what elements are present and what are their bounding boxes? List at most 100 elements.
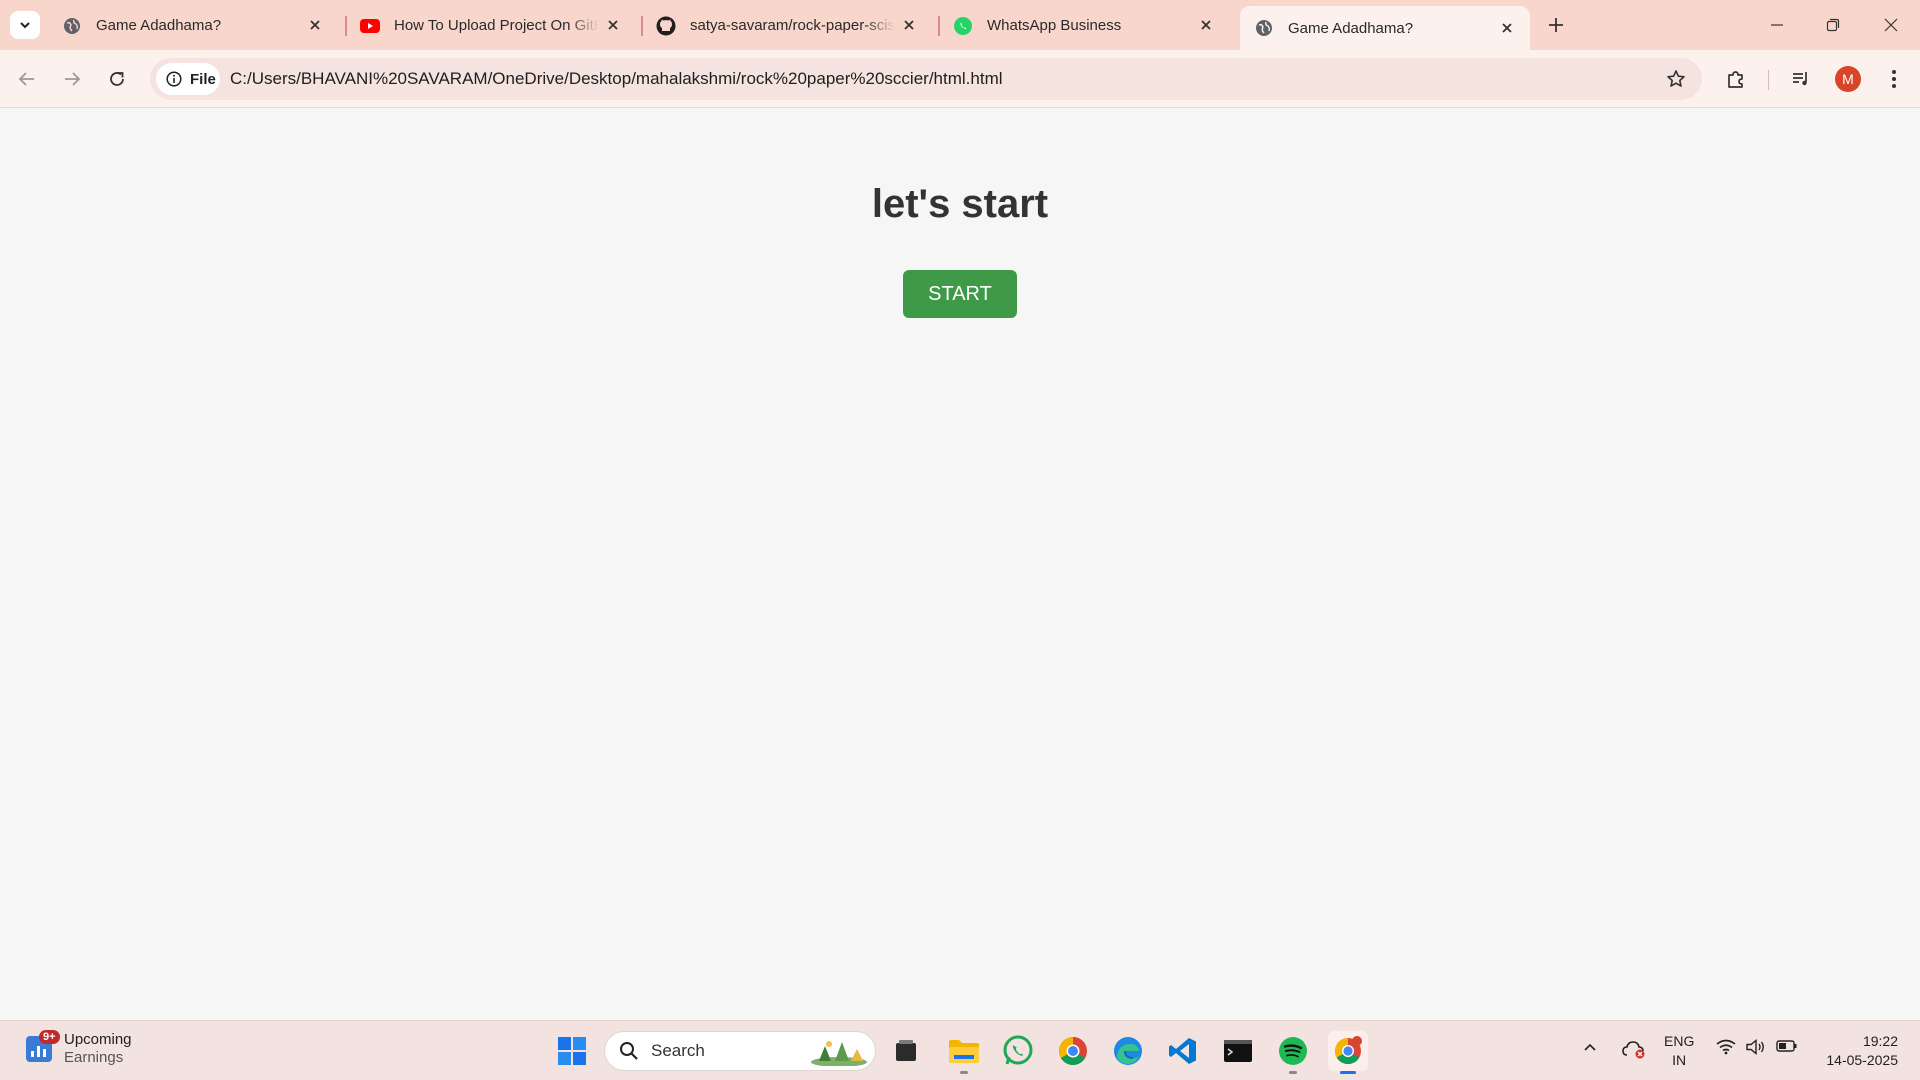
plus-icon <box>1549 18 1563 32</box>
start-button[interactable]: START <box>903 270 1017 318</box>
vscode-taskbar-button[interactable] <box>1163 1031 1203 1071</box>
media-queue-icon <box>1793 72 1807 86</box>
language-region: IN <box>1672 1052 1687 1068</box>
site-chip-label: File <box>190 70 216 88</box>
search-icon <box>619 1041 639 1061</box>
wifi-icon <box>1716 1039 1736 1055</box>
tab-title: Game Adadhama? <box>96 17 222 34</box>
widget-title: Upcoming <box>64 1031 132 1048</box>
widgets-button[interactable]: 9+ Upcoming Earnings <box>26 1029 132 1066</box>
windows-logo-icon <box>558 1037 586 1065</box>
site-info-chip[interactable]: File <box>156 63 220 95</box>
url-text[interactable]: C:/Users/BHAVANI%20SAVARAM/OneDrive/Desk… <box>230 69 1003 89</box>
onedrive-status-button[interactable] <box>1622 1039 1646 1059</box>
info-icon <box>166 71 182 87</box>
volume-button[interactable] <box>1746 1039 1766 1055</box>
browser-menu-button[interactable] <box>1878 63 1910 95</box>
more-vertical-icon <box>1892 70 1896 88</box>
notification-badge: 9+ <box>39 1029 60 1044</box>
close-tab-icon[interactable] <box>900 16 918 34</box>
close-tab-icon[interactable] <box>604 16 622 34</box>
chevron-up-icon <box>1584 1043 1596 1051</box>
close-window-button[interactable] <box>1874 8 1908 42</box>
stock-chart-icon: 9+ <box>26 1029 60 1062</box>
chrome-profile-icon <box>1334 1036 1362 1065</box>
tab-how-to-upload[interactable]: How To Upload Project On GitHub <box>346 7 636 44</box>
back-button[interactable] <box>11 63 43 95</box>
tab-game-adadhama-active[interactable]: Game Adadhama? <box>1240 6 1530 50</box>
close-icon <box>1884 18 1898 32</box>
search-placeholder: Search <box>651 1041 705 1060</box>
whatsapp-icon <box>953 16 973 36</box>
wifi-button[interactable] <box>1716 1039 1736 1055</box>
page-content: let's start START <box>0 109 1920 1020</box>
language-code: ENG <box>1664 1033 1695 1049</box>
page-title: let's start <box>871 182 1049 226</box>
battery-button[interactable] <box>1776 1039 1798 1053</box>
folder-icon <box>949 1040 979 1063</box>
profile-avatar[interactable]: M <box>1835 66 1861 92</box>
minimize-icon <box>1771 24 1783 26</box>
whatsapp-taskbar-button[interactable] <box>998 1031 1038 1071</box>
star-icon <box>1667 70 1685 87</box>
spotify-taskbar-button[interactable] <box>1273 1031 1313 1074</box>
speaker-icon <box>1746 1039 1764 1055</box>
edge-taskbar-button[interactable] <box>1108 1031 1148 1071</box>
tab-github-repo[interactable]: satya-savaram/rock-paper-scissors <box>642 7 932 44</box>
tab-whatsapp-business[interactable]: WhatsApp Business <box>939 7 1229 44</box>
start-button-windows[interactable] <box>552 1031 592 1071</box>
restore-icon <box>1826 18 1840 32</box>
media-controls-button[interactable] <box>1785 63 1817 95</box>
puzzle-icon <box>1728 71 1743 88</box>
running-indicator <box>1289 1071 1297 1074</box>
tab-search-button[interactable] <box>10 11 40 39</box>
taskbar-search[interactable]: Search <box>604 1031 876 1071</box>
toolbar-divider <box>1768 70 1769 90</box>
task-view-icon <box>896 1040 916 1061</box>
tab-title: Game Adadhama? <box>1288 19 1414 37</box>
extensions-button[interactable] <box>1720 63 1752 95</box>
close-tab-icon[interactable] <box>306 16 324 34</box>
chrome-profile-taskbar-button[interactable] <box>1328 1031 1368 1074</box>
reload-button[interactable] <box>101 63 133 95</box>
chrome-taskbar-button[interactable] <box>1053 1031 1093 1071</box>
file-explorer-button[interactable] <box>944 1031 984 1074</box>
new-tab-button[interactable] <box>1542 11 1570 39</box>
clock-date: 14-05-2025 <box>1826 1052 1898 1068</box>
active-indicator <box>1340 1071 1356 1074</box>
browser-toolbar: File C:/Users/BHAVANI%20SAVARAM/OneDrive… <box>0 50 1920 108</box>
globe-icon <box>1254 18 1274 38</box>
close-tab-icon[interactable] <box>1197 16 1215 34</box>
address-bar[interactable]: File C:/Users/BHAVANI%20SAVARAM/OneDrive… <box>150 58 1702 100</box>
battery-icon <box>1776 1040 1797 1052</box>
terminal-icon <box>1224 1040 1252 1062</box>
tab-game-adadhama-1[interactable]: Game Adadhama? <box>48 7 338 44</box>
running-indicator <box>960 1071 968 1074</box>
spotify-icon <box>1279 1037 1307 1065</box>
tab-title: How To Upload Project On GitHub <box>394 17 599 34</box>
chrome-icon <box>1059 1037 1087 1065</box>
close-tab-icon[interactable] <box>1498 19 1516 37</box>
widget-subtitle: Earnings <box>64 1049 124 1066</box>
windows-taskbar: 9+ Upcoming Earnings Search ENG IN 19:22… <box>0 1020 1920 1080</box>
globe-icon <box>62 16 82 36</box>
input-language-button[interactable]: ENG IN <box>1664 1032 1694 1070</box>
forward-button[interactable] <box>56 63 88 95</box>
terminal-taskbar-button[interactable] <box>1218 1031 1258 1071</box>
tab-title: satya-savaram/rock-paper-scissors <box>690 17 895 34</box>
tab-strip: Game Adadhama? How To Upload Project On … <box>0 0 1920 50</box>
arrow-left-icon <box>18 72 34 86</box>
bookmark-star-button[interactable] <box>1664 67 1688 91</box>
clock-button[interactable]: 19:22 14-05-2025 <box>1816 1032 1898 1070</box>
chevron-down-icon <box>20 22 30 29</box>
tab-title: WhatsApp Business <box>987 17 1122 34</box>
edge-icon <box>1114 1037 1142 1065</box>
cloud-error-icon <box>1622 1041 1645 1059</box>
minimize-button[interactable] <box>1760 8 1794 42</box>
search-highlight-art-icon <box>811 1041 867 1066</box>
clock-time: 19:22 <box>1862 1033 1898 1049</box>
restore-button[interactable] <box>1816 8 1850 42</box>
show-hidden-icons-button[interactable] <box>1582 1039 1598 1055</box>
github-icon <box>656 16 676 36</box>
task-view-button[interactable] <box>886 1031 926 1071</box>
